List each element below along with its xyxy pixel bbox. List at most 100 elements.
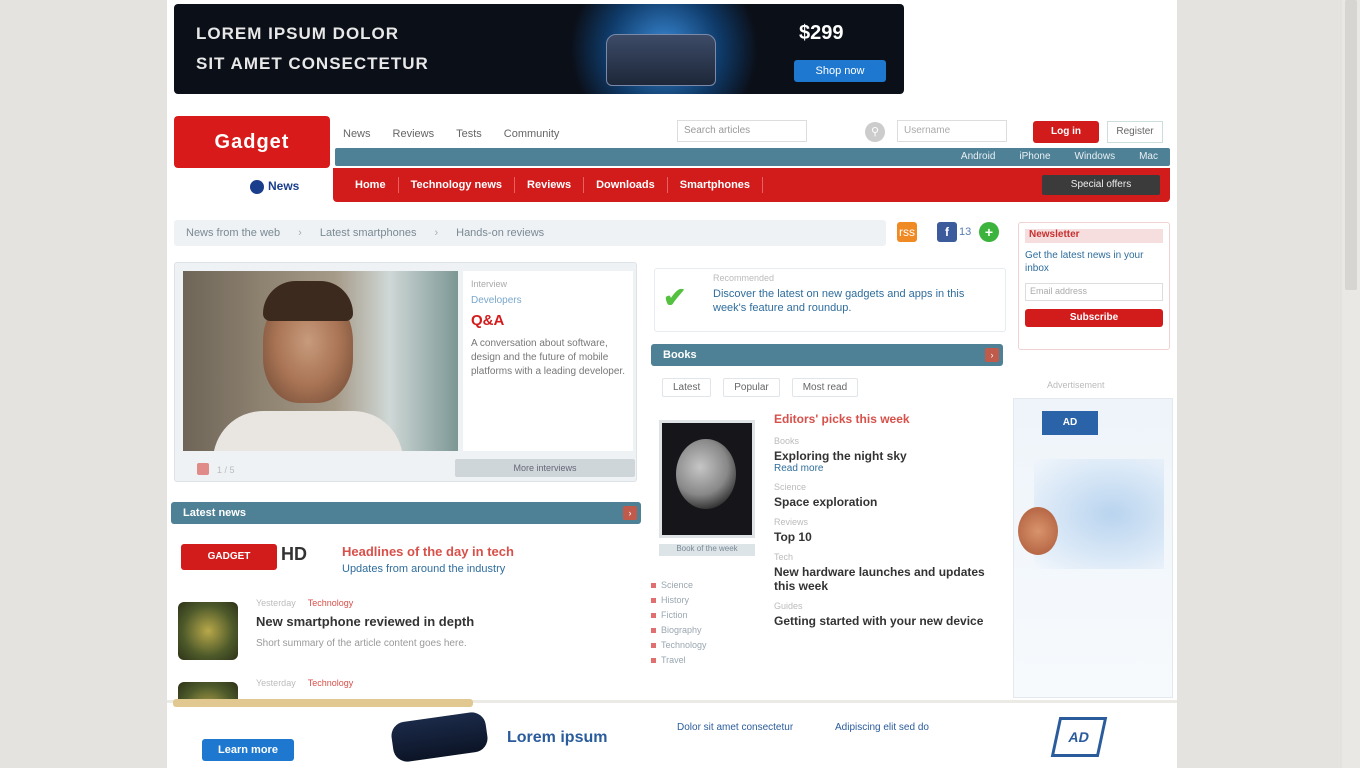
list-item-title[interactable]: Space exploration [774,495,1004,509]
search-input[interactable]: Search articles [677,120,807,142]
subnav-item[interactable]: Windows [1075,148,1116,166]
featured-headline[interactable]: Q&A [471,312,625,329]
slide-indicator[interactable] [197,463,209,475]
article-meta: Yesterday Technology [256,678,353,688]
article-category[interactable]: Technology [308,598,354,608]
featured-story[interactable]: Interview Developers Q&A A conversation … [174,262,637,482]
mainnav-item[interactable]: Home [343,177,399,193]
list-item[interactable]: Tech New hardware launches and updates t… [774,552,1004,593]
mini-logo-badge: HD [281,544,307,564]
list-item-title[interactable]: Exploring the night sky [774,449,1004,463]
topnav-item[interactable]: Reviews [393,128,435,140]
article-category[interactable]: Technology [308,678,354,688]
search-icon[interactable]: ⚲ [865,122,885,142]
article-title[interactable]: New smartphone reviewed in depth [256,614,474,629]
bottom-ad-tagline: Lorem ipsum [507,729,608,746]
more-interviews-link[interactable]: More interviews [455,459,635,477]
logo-sub[interactable]: News [250,172,322,200]
top-banner-ad[interactable]: LOREM IPSUM DOLOR SIT AMET CONSECTETUR $… [174,4,904,94]
photo-hair [263,281,353,321]
subnav-item[interactable]: Android [961,148,995,166]
ad-drag-handle[interactable] [173,699,473,707]
subscribe-button[interactable]: Subscribe [1025,309,1163,327]
mainnav-item[interactable]: Technology news [399,177,516,193]
chevron-right-icon[interactable]: › [985,348,999,362]
recommended-callout[interactable]: ✔ Recommended Discover the latest on new… [654,268,1006,332]
ad-cta-button[interactable]: Shop now [794,60,886,82]
list-item-title[interactable]: Getting started with your new device [774,614,1004,628]
bottom-sticky-ad[interactable]: Learn more Lorem ipsum Dolor sit amet co… [167,699,1177,768]
list-item-category: Reviews [774,517,809,527]
list-item-title[interactable]: New hardware launches and updates this w… [774,565,1004,593]
mainnav-item[interactable]: Reviews [515,177,585,193]
side-ad-graphic [1034,459,1164,569]
subnav-item[interactable]: Mac [1139,148,1158,166]
vertical-scrollbar[interactable] [1342,0,1360,768]
breadcrumb-item[interactable]: News from the web [186,227,280,239]
list-item-link[interactable]: Read more [774,463,1004,474]
article-meta: Yesterday Technology [256,598,353,608]
login-button[interactable]: Log in [1033,121,1099,143]
list-item[interactable]: Science Space exploration [774,482,1004,509]
topnav-item[interactable]: News [343,128,371,140]
lead-subtitle[interactable]: Updates from around the industry [342,563,505,575]
article-date: Yesterday [256,678,296,688]
mainnav-item[interactable]: Downloads [584,177,668,193]
bottom-ad-phone-image [389,710,490,764]
top-nav: News Reviews Tests Community [343,128,559,140]
list-item[interactable]: Books Exploring the night sky Read more [774,436,1004,474]
featured-tag[interactable]: Developers [471,295,625,306]
rss-icon[interactable]: rss [897,222,917,242]
category-link[interactable]: Technology [651,638,707,653]
special-offers-button[interactable]: Special offers [1042,175,1160,195]
book-cover[interactable] [659,420,755,538]
topnav-item[interactable]: Tests [456,128,482,140]
section-bar-latest: Latest news › [171,502,641,524]
register-button[interactable]: Register [1107,121,1163,143]
subnav-item[interactable]: iPhone [1019,148,1050,166]
list-item-title[interactable]: Top 10 [774,530,1004,544]
category-link[interactable]: Fiction [651,608,707,623]
tab-popular[interactable]: Popular [723,378,780,397]
breadcrumb: News from the web › Latest smartphones ›… [174,220,886,246]
scrollbar-thumb[interactable] [1345,0,1357,290]
bottom-ad-cta[interactable]: Learn more [202,739,294,761]
mainnav-item[interactable]: Smartphones [668,177,764,193]
share-count: 13 [959,226,972,238]
sub-nav: Android iPhone Windows Mac [335,148,1170,166]
featured-photo[interactable] [183,271,458,451]
username-field[interactable]: Username [897,120,1007,142]
list-item[interactable]: Reviews Top 10 [774,517,1004,544]
callout-kicker: Recommended [713,273,775,283]
list-item[interactable]: Guides Getting started with your new dev… [774,601,1004,628]
book-cover-moon [676,439,736,509]
side-ad[interactable]: AD [1013,398,1173,698]
side-ad-person [1018,507,1058,555]
category-link[interactable]: History [651,593,707,608]
bottom-ad-brand-logo: AD [1050,717,1108,757]
plus-share-icon[interactable]: + [979,222,999,242]
category-link[interactable]: Travel [651,653,707,668]
facebook-icon[interactable]: f [937,222,957,242]
photo-shirt [213,411,403,451]
category-link[interactable]: Biography [651,623,707,638]
chevron-right-icon[interactable]: › [623,506,637,520]
main-nav: Home Technology news Reviews Downloads S… [333,168,1170,202]
article-row[interactable]: Yesterday Technology New smartphone revie… [174,598,637,664]
checkmark-icon: ✔ [663,282,687,313]
tab-most-read[interactable]: Most read [791,378,859,397]
callout-text[interactable]: Discover the latest on new gadgets and a… [713,287,998,315]
breadcrumb-item[interactable]: Hands-on reviews [456,227,544,239]
site-logo[interactable]: Gadget [174,116,330,168]
email-field[interactable]: Email address [1025,283,1163,301]
article-summary: Short summary of the article content goe… [256,638,467,649]
mini-logo: GADGET [181,544,277,570]
tab-latest[interactable]: Latest [662,378,712,397]
article-thumbnail[interactable] [178,602,238,660]
lead-title[interactable]: Headlines of the day in tech [342,544,514,559]
category-link[interactable]: Science [651,578,707,593]
topnav-item[interactable]: Community [504,128,560,140]
bottom-ad-text: Dolor sit amet consectetur [677,722,794,733]
slide-counter: 1 / 5 [217,465,235,475]
breadcrumb-item[interactable]: Latest smartphones [320,227,417,239]
